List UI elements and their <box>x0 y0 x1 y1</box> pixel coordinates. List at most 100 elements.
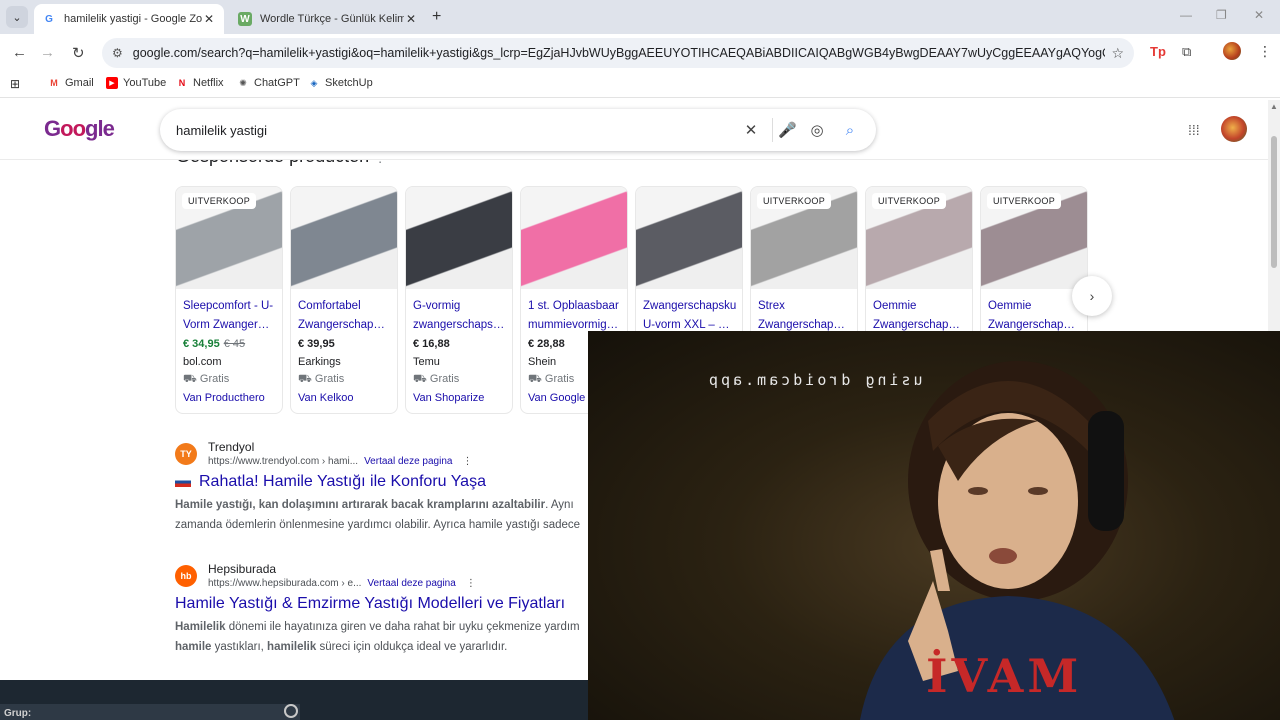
snippet-bold: hamile <box>175 641 212 653</box>
bookmark-netflix[interactable]: N Netflix <box>176 77 224 89</box>
product-image[interactable] <box>291 187 397 289</box>
google-search-box[interactable]: ✕ 🎤 ◎ ⌕ <box>160 109 876 151</box>
shipping-text: Gratis <box>199 373 230 385</box>
google-favicon-icon: G <box>45 13 53 25</box>
product-title[interactable]: G-vormig zwangerschaps… <box>406 289 512 335</box>
url-text[interactable]: google.com/search?q=hamilelik+yastigi&oq… <box>133 46 1106 60</box>
product-image[interactable] <box>521 187 627 289</box>
translate-link[interactable]: Vertaal deze pagina <box>364 456 452 467</box>
scrollbar-thumb[interactable] <box>1271 136 1277 268</box>
product-image[interactable]: UITVERKOOP <box>751 187 857 289</box>
carousel-next-button[interactable]: › <box>1072 276 1112 316</box>
product-title[interactable]: Sleepcomfort - U-Vorm Zwanger… <box>176 289 282 335</box>
browser-menu-icon[interactable]: ⋮ <box>1258 43 1272 60</box>
webcam-overlay: using droidcam.app İVAM <box>588 331 1280 720</box>
tab-title: hamilelik yastigi - Google Zoek <box>64 13 202 25</box>
product-card[interactable]: UITVERKOOP Sleepcomfort - U-Vorm Zwanger…… <box>175 186 283 414</box>
reload-icon[interactable]: ↻ <box>72 44 85 62</box>
snippet-text: dönemi ile hayatınıza giren ve daha raha… <box>225 621 580 633</box>
product-title[interactable]: Strex Zwangerschap… <box>751 289 857 335</box>
apps-grid-icon[interactable]: ⊞ <box>10 77 20 91</box>
scroll-up-icon[interactable]: ▲ <box>1270 102 1278 111</box>
product-card[interactable]: G-vormig zwangerschaps… € 16,88 Temu ⛟ Grat… <box>405 186 513 414</box>
spinner-icon <box>284 704 298 718</box>
clear-search-icon[interactable]: ✕ <box>739 118 763 142</box>
product-image[interactable]: UITVERKOOP <box>866 187 972 289</box>
group-input[interactable] <box>0 704 300 720</box>
product-title[interactable]: Oemmie Zwangerschap… <box>866 289 972 335</box>
voice-search-icon[interactable]: 🎤 <box>772 118 797 142</box>
price-current: € 39,95 <box>298 338 335 350</box>
product-title[interactable]: Comfortabel Zwangerschap… <box>291 289 397 335</box>
extension-tp-icon[interactable]: Tp <box>1150 44 1166 59</box>
new-tab-button[interactable]: + <box>432 8 441 26</box>
bookmark-label: SketchUp <box>325 77 373 89</box>
product-shipping: ⛟ Gratis <box>406 373 512 387</box>
extensions-puzzle-icon[interactable]: ⧉ <box>1182 44 1191 60</box>
tab-search-button[interactable]: ⌄ <box>6 6 28 28</box>
trendyol-favicon-icon: TY <box>175 442 197 465</box>
result-site-name: Trendyol <box>208 440 255 454</box>
address-bar[interactable]: ⚙ google.com/search?q=hamilelik+yastigi&… <box>102 38 1134 68</box>
bookmark-gmail[interactable]: M Gmail <box>48 77 94 89</box>
bookmark-youtube[interactable]: ▶ YouTube <box>106 77 166 89</box>
product-via[interactable]: Van Shoparize <box>406 392 512 404</box>
tab-google-search[interactable]: G hamilelik yastigi - Google Zoek ✕ <box>34 4 224 34</box>
product-image[interactable]: UITVERKOOP <box>176 187 282 289</box>
bookmark-label: Gmail <box>65 77 94 89</box>
bookmark-star-icon[interactable]: ☆ <box>1111 45 1124 62</box>
result-source[interactable]: hb Hepsiburada https://www.hepsiburada.c… <box>175 562 595 589</box>
back-arrow-icon[interactable]: ← <box>12 44 27 61</box>
snippet-text: zamanda ödemlerin önlenmesine yardımcı o… <box>175 519 581 531</box>
truck-icon: ⛟ <box>298 373 312 385</box>
product-title[interactable]: Zwangerschapsku U-vorm XXL – … <box>636 289 742 335</box>
search-input[interactable] <box>176 122 730 138</box>
product-image[interactable] <box>636 187 742 289</box>
sale-badge: UITVERKOOP <box>182 193 257 209</box>
tab-wordle[interactable]: W Wordle Türkçe - Günlük Kelime ✕ <box>230 4 426 34</box>
wordle-favicon-icon: W <box>238 12 252 26</box>
product-card[interactable]: Comfortabel Zwangerschap… € 39,95 Earkings… <box>290 186 398 414</box>
google-apps-icon[interactable]: ⁞⁞⁞ <box>1188 122 1200 138</box>
result-source[interactable]: TY Trendyol https://www.trendyol.com › h… <box>175 440 595 467</box>
truck-icon: ⛟ <box>413 373 427 385</box>
result-title: Rahatla! Hamile Yastığı ile Konforu Yaşa <box>199 473 486 490</box>
bookmark-sketchup[interactable]: ◈ SketchUp <box>308 77 373 89</box>
close-tab-icon[interactable]: ✕ <box>404 12 418 26</box>
product-via[interactable]: Van Producthero <box>176 392 282 404</box>
snippet-bold: hamilelik <box>267 641 317 653</box>
site-info-icon[interactable]: ⚙ <box>112 46 123 60</box>
sale-badge: UITVERKOOP <box>872 193 947 209</box>
close-window-icon[interactable]: ✕ <box>1254 8 1264 22</box>
result-title-link[interactable]: Hamile Yastığı & Emzirme Yastığı Modelle… <box>175 595 595 613</box>
snippet-text: . Aynı <box>545 499 574 511</box>
google-header: Google ✕ 🎤 ◎ ⌕ ⁞⁞⁞ <box>0 100 1268 160</box>
google-account-avatar[interactable] <box>1221 116 1247 142</box>
result-options-icon[interactable]: ⋮ <box>466 578 476 589</box>
result-site-name: Hepsiburada <box>208 562 277 576</box>
shipping-text: Gratis <box>544 373 575 385</box>
result-title-link[interactable]: Rahatla! Hamile Yastığı ile Konforu Yaşa <box>175 473 595 491</box>
forward-arrow-icon[interactable]: → <box>40 44 55 61</box>
lens-search-icon[interactable]: ◎ <box>805 118 829 142</box>
result-snippet: Hamile yastığı, kan dolaşımını artırarak… <box>175 495 595 535</box>
product-via[interactable]: Van Kelkoo <box>291 392 397 404</box>
product-image[interactable]: UITVERKOOP <box>981 187 1087 289</box>
youtube-icon: ▶ <box>106 77 118 89</box>
product-price: € 34,95 € 45 <box>176 338 282 350</box>
truck-icon: ⛟ <box>183 373 197 385</box>
profile-avatar[interactable] <box>1223 42 1241 60</box>
translate-link[interactable]: Vertaal deze pagina <box>367 578 455 589</box>
close-tab-icon[interactable]: ✕ <box>202 12 216 26</box>
flag-icon <box>175 476 191 487</box>
droidcam-watermark: using droidcam.app <box>706 371 923 389</box>
product-title[interactable]: 1 st. Opblaasbaar mummievormig… <box>521 289 627 335</box>
search-icon[interactable]: ⌕ <box>838 118 862 142</box>
bookmark-chatgpt[interactable]: ✺ ChatGPT <box>237 77 300 89</box>
bookmarks-bar: ⊞ M Gmail ▶ YouTube N Netflix ✺ ChatGPT … <box>0 72 1280 98</box>
product-image[interactable] <box>406 187 512 289</box>
minimize-icon[interactable]: — <box>1180 8 1192 22</box>
google-doodle-logo[interactable]: Google <box>44 116 115 142</box>
restore-icon[interactable]: ❐ <box>1216 8 1227 22</box>
result-options-icon[interactable]: ⋮ <box>462 456 472 467</box>
